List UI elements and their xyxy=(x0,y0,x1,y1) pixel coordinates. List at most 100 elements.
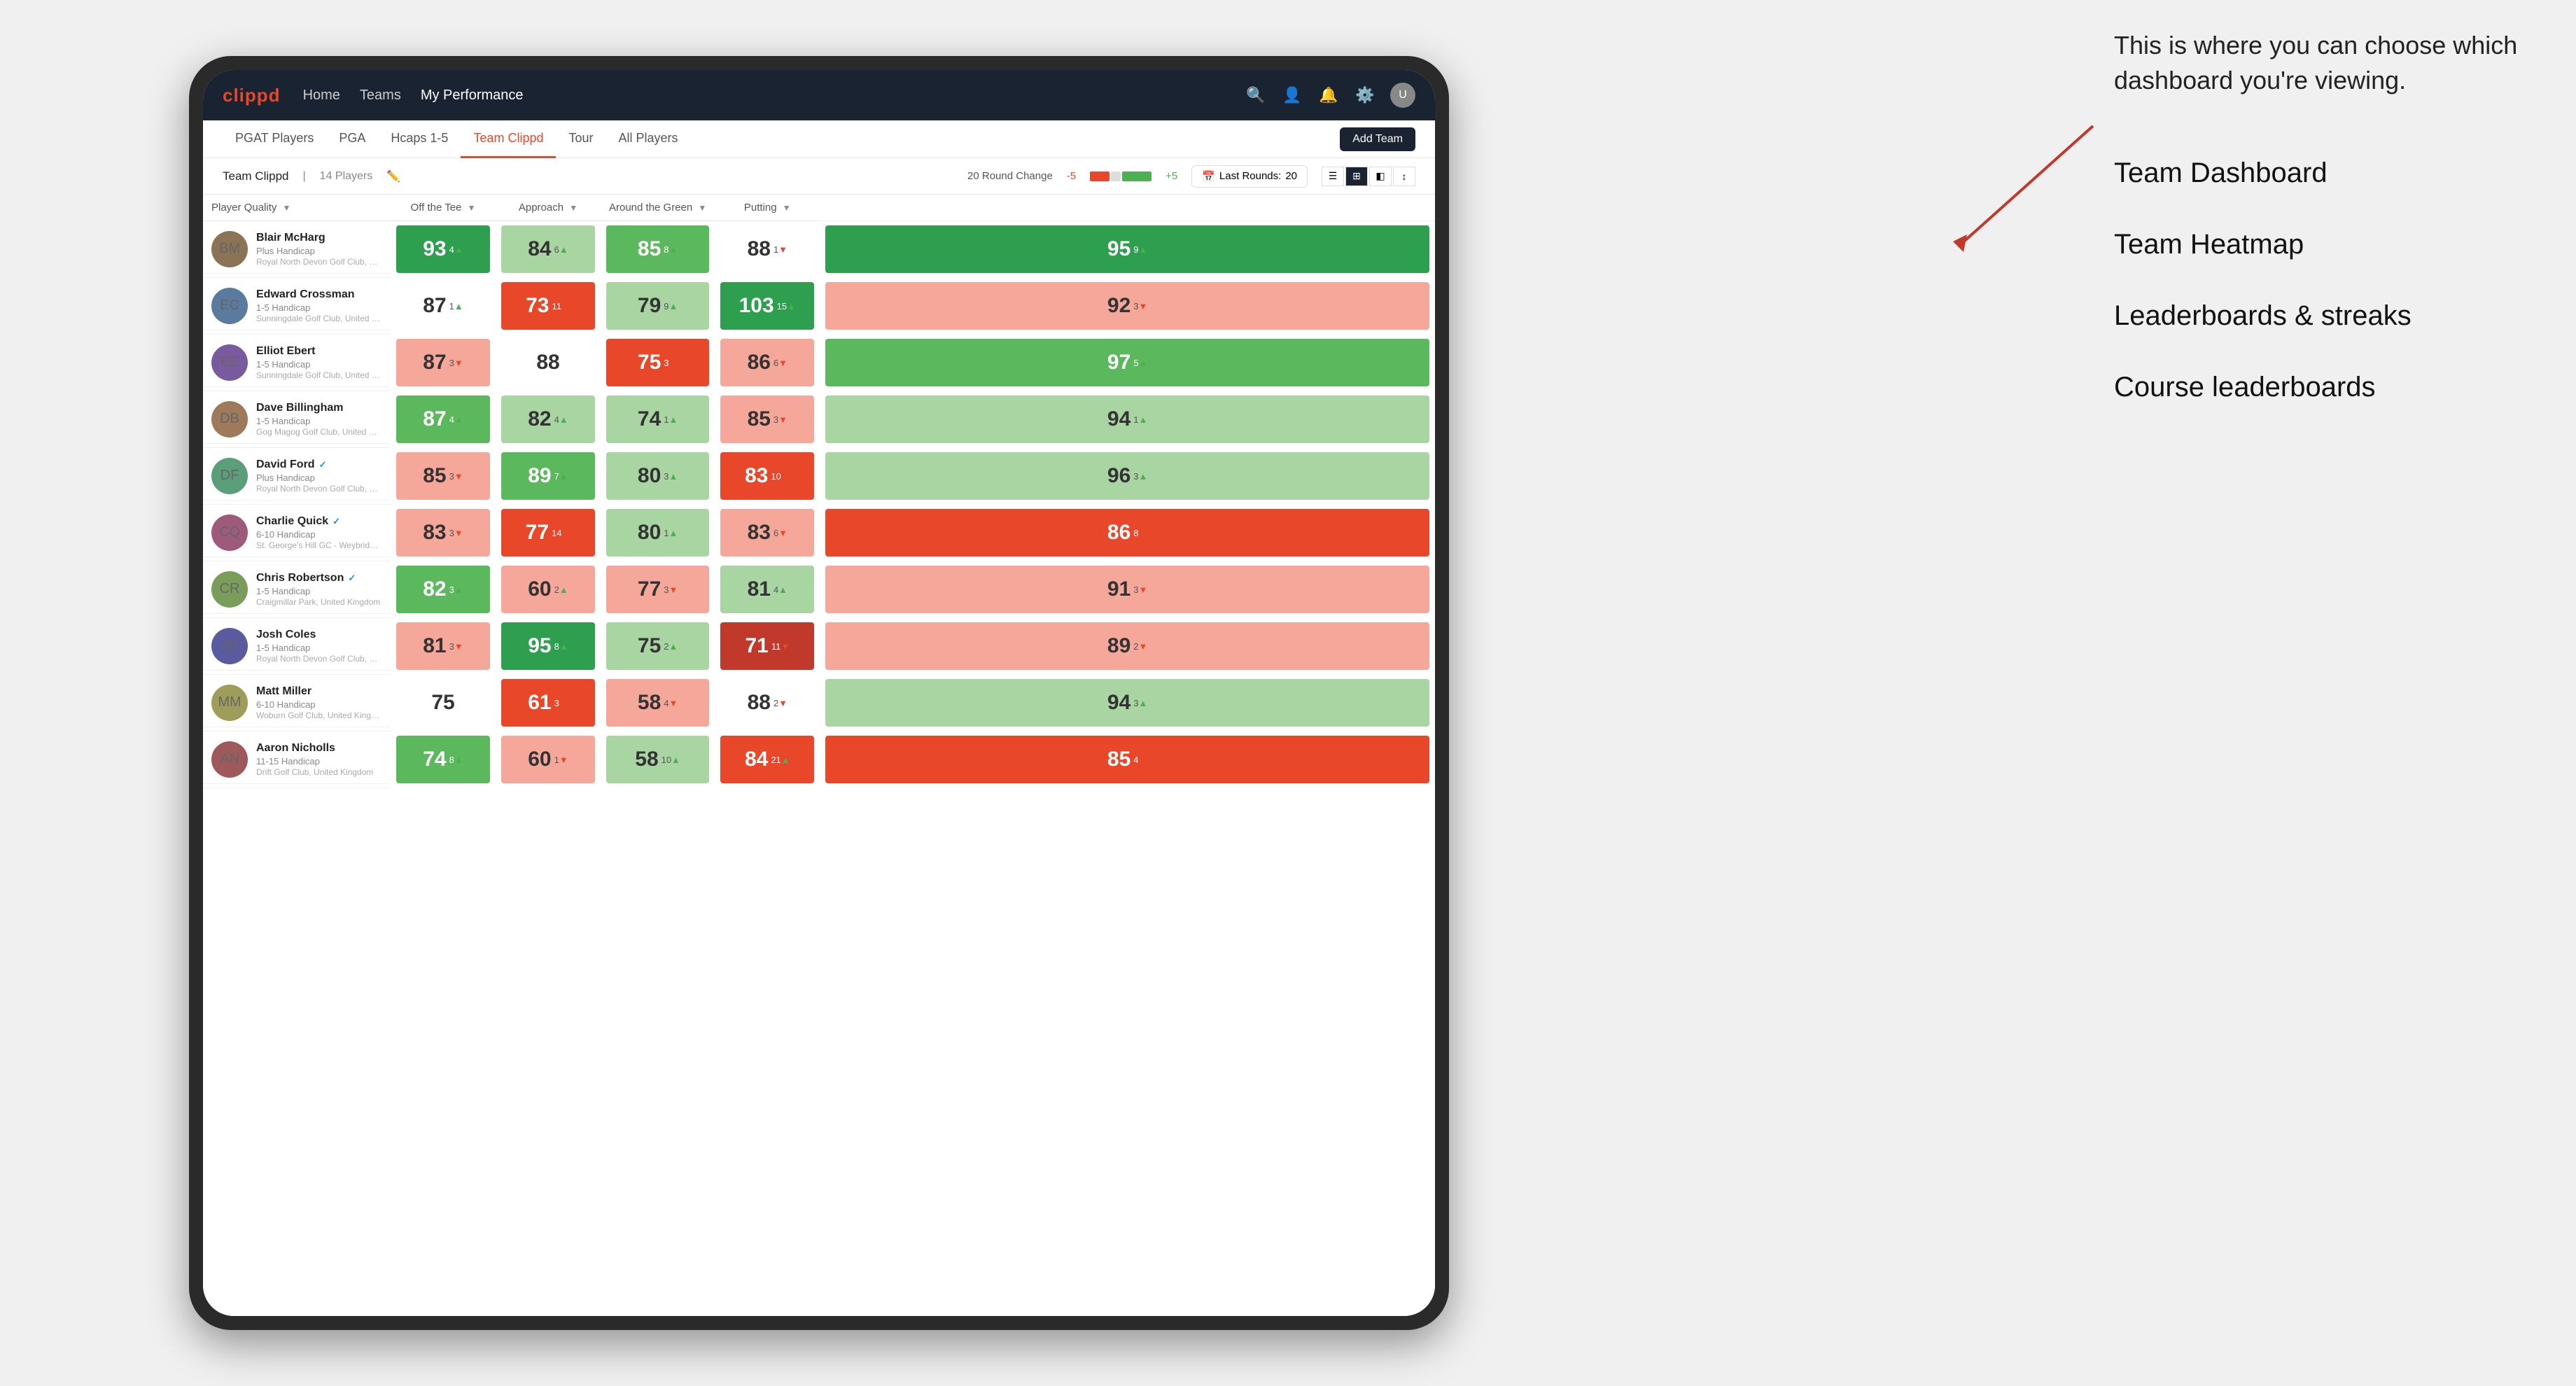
arrow-up: ▲ xyxy=(671,755,680,765)
tab-pga[interactable]: PGA xyxy=(326,120,378,158)
avatar[interactable]: U xyxy=(1390,83,1415,108)
score-change-1-4: 3▼ xyxy=(1133,302,1147,311)
player-name-8: Matt Miller xyxy=(256,685,382,698)
col-header-putting[interactable]: Putting ▼ xyxy=(715,195,820,221)
team-header: Team Clippd | 14 Players ✏️ 20 Round Cha… xyxy=(203,158,1435,195)
score-cell-9-4: 85 4▼ xyxy=(820,732,1435,788)
score-cell-1-3: 103 15▲ xyxy=(715,278,820,335)
score-inner-6-4: 91 3▼ xyxy=(825,566,1429,613)
score-inner-7-4: 89 2▼ xyxy=(825,622,1429,670)
arrow-down: ▼ xyxy=(559,698,568,708)
table-row[interactable]: BM Blair McHarg Plus Handicap Royal Nort… xyxy=(203,221,1435,278)
arrow-down: ▼ xyxy=(781,471,790,482)
player-details-8: Matt Miller 6-10 Handicap Woburn Golf Cl… xyxy=(256,685,382,720)
arrow-up: ▲ xyxy=(559,584,568,595)
score-change-0-0: 4▲ xyxy=(449,245,463,254)
arrow-down: ▼ xyxy=(1139,641,1148,652)
score-inner-7-2: 75 2▲ xyxy=(606,622,709,670)
score-cell-0-4: 95 9▲ xyxy=(820,221,1435,278)
col-header-approach[interactable]: Approach ▼ xyxy=(496,195,601,221)
score-change-6-1: 2▲ xyxy=(554,585,568,594)
verified-icon: ✓ xyxy=(348,573,356,584)
arrow-down: ▼ xyxy=(561,301,570,312)
nav-item-home[interactable]: Home xyxy=(303,83,340,108)
player-details-5: Charlie Quick ✓ 6-10 Handicap St. George… xyxy=(256,515,382,550)
player-avatar-7: JC xyxy=(211,628,248,664)
table-row[interactable]: EE Elliot Ebert 1-5 Handicap Sunningdale… xyxy=(203,335,1435,391)
player-cell-0: BM Blair McHarg Plus Handicap Royal Nort… xyxy=(203,221,391,278)
player-info-8[interactable]: MM Matt Miller 6-10 Handicap Woburn Golf… xyxy=(203,679,391,727)
table-container[interactable]: Player Quality ▼ Off the Tee ▼ Approach … xyxy=(203,195,1435,1316)
score-inner-5-0: 83 3▼ xyxy=(396,509,490,556)
table-row[interactable]: JC Josh Coles 1-5 Handicap Royal North D… xyxy=(203,618,1435,675)
score-value-1-0: 87 xyxy=(423,294,446,318)
view-grid-button[interactable]: ⊞ xyxy=(1345,167,1368,186)
score-change-2-4: 5▲ xyxy=(1133,358,1147,368)
score-value-0-2: 85 xyxy=(638,237,661,261)
table-row[interactable]: MM Matt Miller 6-10 Handicap Woburn Golf… xyxy=(203,675,1435,732)
player-info-0[interactable]: BM Blair McHarg Plus Handicap Royal Nort… xyxy=(203,225,391,274)
tab-hcaps[interactable]: Hcaps 1-5 xyxy=(378,120,461,158)
edit-icon[interactable]: ✏️ xyxy=(386,169,400,183)
table-row[interactable]: DB Dave Billingham 1-5 Handicap Gog Mago… xyxy=(203,391,1435,448)
nav-item-my-performance[interactable]: My Performance xyxy=(421,83,524,108)
score-inner-3-4: 94 1▲ xyxy=(825,396,1429,443)
player-info-3[interactable]: DB Dave Billingham 1-5 Handicap Gog Mago… xyxy=(203,396,391,444)
settings-icon[interactable]: ⚙️ xyxy=(1354,84,1376,106)
player-info-2[interactable]: EE Elliot Ebert 1-5 Handicap Sunningdale… xyxy=(203,339,391,387)
table-row[interactable]: DF David Ford ✓ Plus Handicap Royal Nort… xyxy=(203,448,1435,505)
score-change-9-4: 4▼ xyxy=(1133,755,1147,764)
user-icon[interactable]: 👤 xyxy=(1281,84,1303,106)
col-header-off-tee[interactable]: Off the Tee ▼ xyxy=(391,195,496,221)
search-icon[interactable]: 🔍 xyxy=(1245,84,1267,106)
bell-icon[interactable]: 🔔 xyxy=(1317,84,1340,106)
table-row[interactable]: AN Aaron Nicholls 11-15 Handicap Drift G… xyxy=(203,732,1435,788)
view-list-button[interactable]: ☰ xyxy=(1322,167,1344,186)
player-avatar-0: BM xyxy=(211,231,248,267)
score-change-1-2: 9▲ xyxy=(664,302,678,311)
player-avatar-1: EC xyxy=(211,288,248,324)
score-change-8-4: 3▲ xyxy=(1133,699,1147,708)
player-info-4[interactable]: DF David Ford ✓ Plus Handicap Royal Nort… xyxy=(203,452,391,500)
player-info-9[interactable]: AN Aaron Nicholls 11-15 Handicap Drift G… xyxy=(203,736,391,784)
player-info-7[interactable]: JC Josh Coles 1-5 Handicap Royal North D… xyxy=(203,622,391,671)
player-tbody: BM Blair McHarg Plus Handicap Royal Nort… xyxy=(203,221,1435,788)
player-handicap-8: 6-10 Handicap xyxy=(256,699,382,710)
score-inner-0-1: 84 6▲ xyxy=(501,225,595,273)
player-info-6[interactable]: CR Chris Robertson ✓ 1-5 Handicap Craigm… xyxy=(203,566,391,614)
score-inner-8-0: 75 xyxy=(396,679,490,727)
col-header-player[interactable]: Player Quality ▼ xyxy=(203,195,391,221)
score-cell-3-0: 87 4▲ xyxy=(391,391,496,448)
score-inner-9-4: 85 4▼ xyxy=(825,736,1429,783)
player-name-5: Charlie Quick ✓ xyxy=(256,515,382,528)
view-heatmap-button[interactable]: ◧ xyxy=(1369,167,1392,186)
last-rounds-button[interactable]: 📅 Last Rounds: 20 xyxy=(1191,165,1308,188)
tab-pgat-players[interactable]: PGAT Players xyxy=(223,120,326,158)
score-cell-9-1: 60 1▼ xyxy=(496,732,601,788)
annotation-area: This is where you can choose which dashb… xyxy=(2114,28,2520,440)
arrow-up: ▲ xyxy=(669,414,678,425)
nav-item-teams[interactable]: Teams xyxy=(360,83,401,108)
view-sort-button[interactable]: ↕ xyxy=(1393,167,1415,186)
score-inner-2-1: 88 xyxy=(501,339,595,386)
arrow-down: ▼ xyxy=(780,641,790,652)
table-row[interactable]: CQ Charlie Quick ✓ 6-10 Handicap St. Geo… xyxy=(203,505,1435,561)
add-team-button[interactable]: Add Team xyxy=(1340,127,1415,151)
score-change-4-3: 10▼ xyxy=(771,472,790,481)
bar-pos xyxy=(1122,172,1152,181)
sort-arrow-player: ▼ xyxy=(283,203,291,213)
score-change-5-0: 3▼ xyxy=(449,528,463,538)
score-change-3-4: 1▲ xyxy=(1133,415,1147,424)
tab-tour[interactable]: Tour xyxy=(556,120,606,158)
table-row[interactable]: EC Edward Crossman 1-5 Handicap Sunningd… xyxy=(203,278,1435,335)
tab-team-clippd[interactable]: Team Clippd xyxy=(461,120,556,158)
player-info-1[interactable]: EC Edward Crossman 1-5 Handicap Sunningd… xyxy=(203,282,391,330)
col-header-around-green[interactable]: Around the Green ▼ xyxy=(601,195,715,221)
score-inner-2-4: 97 5▲ xyxy=(825,339,1429,386)
player-info-5[interactable]: CQ Charlie Quick ✓ 6-10 Handicap St. Geo… xyxy=(203,509,391,557)
arrow-up: ▲ xyxy=(454,301,463,312)
score-value-3-0: 87 xyxy=(423,407,446,431)
top-nav: clippd Home Teams My Performance 🔍 👤 🔔 ⚙… xyxy=(203,70,1435,120)
table-row[interactable]: CR Chris Robertson ✓ 1-5 Handicap Craigm… xyxy=(203,561,1435,618)
tab-all-players[interactable]: All Players xyxy=(606,120,691,158)
